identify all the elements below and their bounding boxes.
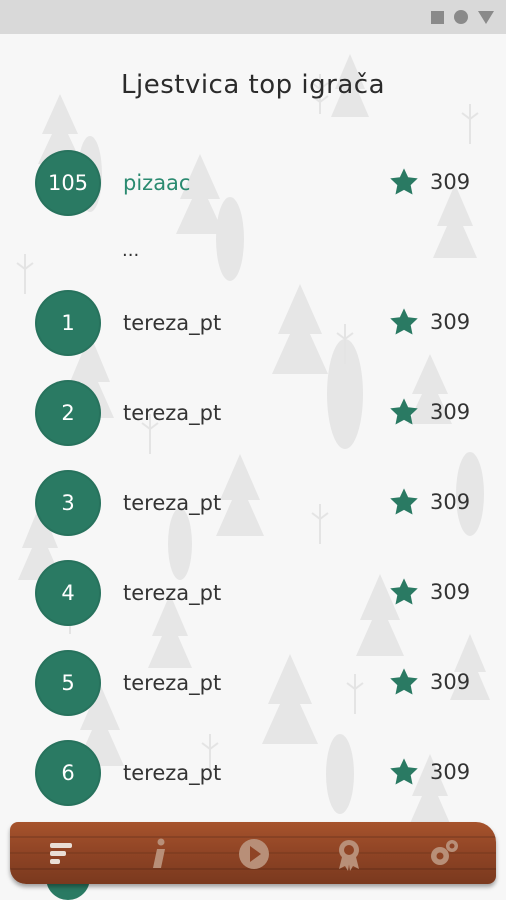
leaderboard-row[interactable]: 6 tereza_pt 309 (0, 740, 506, 810)
leaderboard-row[interactable]: 1 tereza_pt 309 (0, 290, 506, 360)
recents-icon[interactable] (431, 10, 444, 24)
info-icon[interactable] (139, 834, 179, 874)
star-icon (390, 398, 418, 425)
star-icon (390, 578, 418, 605)
rank-badge: 4 (35, 560, 101, 626)
player-name: tereza_pt (123, 311, 222, 335)
leaderboard-row[interactable]: 3 tereza_pt 309 (0, 470, 506, 540)
bottom-navigation-bar (10, 822, 496, 884)
system-status-bar (0, 0, 506, 34)
home-icon[interactable] (454, 10, 468, 24)
star-icon (390, 488, 418, 515)
player-score: 309 (430, 310, 471, 334)
award-icon[interactable] (329, 834, 369, 874)
back-icon[interactable] (478, 10, 494, 24)
rank-badge: 105 (35, 150, 101, 216)
leaderboard-icon[interactable] (44, 834, 84, 874)
rank-badge: 2 (35, 380, 101, 446)
player-score: 309 (430, 490, 471, 514)
star-icon (390, 308, 418, 335)
system-nav-icons (431, 10, 494, 24)
player-score: 309 (430, 760, 471, 784)
star-icon (390, 758, 418, 785)
leaderboard-row[interactable]: 5 tereza_pt 309 (0, 650, 506, 720)
player-name: pizaac (123, 171, 191, 195)
rank-badge: 1 (35, 290, 101, 356)
rank-badge: 3 (35, 470, 101, 536)
star-icon (390, 668, 418, 695)
player-name: tereza_pt (123, 581, 222, 605)
play-icon[interactable] (234, 834, 274, 874)
player-score: 309 (430, 170, 471, 194)
page-title: Ljestvica top igrača (121, 70, 385, 100)
rank-badge: 5 (35, 650, 101, 716)
player-score: 309 (430, 670, 471, 694)
current-player-row[interactable]: 105 pizaac 309 (0, 150, 506, 220)
leaderboard-row[interactable]: 4 tereza_pt 309 (0, 560, 506, 630)
player-score: 309 (430, 580, 471, 604)
player-name: tereza_pt (123, 491, 222, 515)
player-name: tereza_pt (123, 761, 222, 785)
player-name: tereza_pt (123, 671, 222, 695)
player-name: tereza_pt (123, 401, 222, 425)
player-score: 309 (430, 400, 471, 424)
ellipsis-separator: ... (122, 240, 140, 261)
leaderboard-row[interactable]: 2 tereza_pt 309 (0, 380, 506, 450)
settings-icon[interactable] (424, 834, 464, 874)
star-icon (390, 168, 418, 195)
rank-badge: 6 (35, 740, 101, 806)
